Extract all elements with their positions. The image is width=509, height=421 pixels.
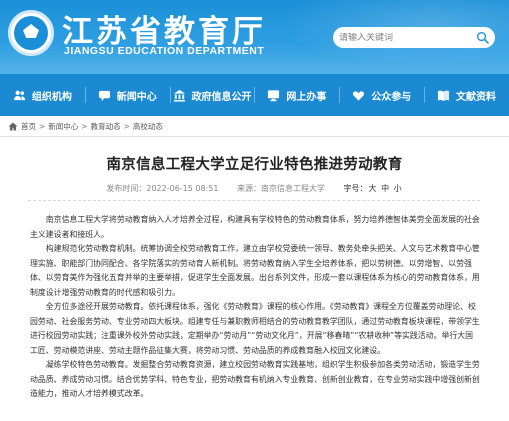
main-nav: 组织机构 新闻中心 政府信息公开 网上办事 公众参与 文献资料 — [0, 74, 509, 116]
header-banner: 江苏省教育厅 JIANGSU EDUCATION DEPARTMENT — [0, 0, 509, 74]
book-icon — [437, 90, 450, 101]
nav-item-label: 新闻中心 — [116, 91, 157, 103]
font-size-medium-button[interactable]: 中 — [381, 184, 389, 193]
font-size-control: 字号：大 中 小 — [344, 184, 403, 193]
breadcrumb-news[interactable]: 新闻中心 — [48, 121, 78, 132]
heart-icon — [353, 90, 365, 101]
font-size-label: 字号： — [343, 184, 368, 193]
breadcrumb-divider — [0, 136, 509, 137]
article-paragraph: 南京信息工程大学将劳动教育纳入人才培养全过程，构建具有学校特色的劳动教育体系，努… — [30, 215, 480, 239]
nav-item-label: 公众参与 — [371, 91, 412, 103]
article-source: 来源：南京信息工程大学 — [237, 184, 325, 193]
font-size-large-button[interactable]: 大 — [369, 184, 377, 193]
logo-emblem-icon — [14, 16, 48, 50]
breadcrumb-university-news[interactable]: 高校动态 — [133, 121, 163, 132]
publish-time: 发布时间：2022-06-15 08:51 — [106, 184, 219, 193]
article-paragraph: 凝练学校特色劳动教育。发掘整合劳动教育资源，建立校园劳动教育实践基地，组织学生积… — [30, 360, 480, 398]
meta-divider — [28, 200, 480, 201]
breadcrumb: 首页 > 新闻中心 > 教育动态 > 高校动态 — [8, 119, 163, 133]
article-title: 南京信息工程大学立足行业特色推进劳动教育 — [106, 157, 403, 173]
search-box — [333, 27, 495, 48]
chat-icon — [98, 90, 110, 101]
article-paragraph: 构建规范化劳动教育机制。统筹协调全校劳动教育工作，建立由学校党委统一领导、教务处… — [30, 244, 480, 297]
nav-item-organization[interactable]: 组织机构 — [0, 74, 85, 116]
nav-item-online-service[interactable]: 网上办事 — [254, 74, 339, 116]
group-icon — [13, 90, 25, 100]
font-size-small-button[interactable]: 小 — [394, 184, 402, 193]
breadcrumb-education-news[interactable]: 教育动态 — [91, 121, 121, 132]
building-icon — [173, 89, 185, 102]
breadcrumb-separator: > — [39, 121, 46, 131]
monitor-icon — [268, 89, 280, 101]
nav-item-gov-info[interactable]: 政府信息公开 — [169, 74, 255, 116]
search-icon[interactable] — [476, 31, 489, 44]
article-meta: 发布时间：2022-06-15 08:51 来源：南京信息工程大学 字号：大 中… — [0, 183, 509, 194]
article-paragraph: 全方位多途径开展劳动教育。依托课程体系，强化《劳动教育》课程的核心作用。《劳动教… — [30, 302, 480, 355]
search-input[interactable] — [339, 32, 457, 43]
home-icon — [8, 122, 18, 130]
nav-item-news[interactable]: 新闻中心 — [84, 74, 170, 116]
nav-item-label: 政府信息公开 — [191, 91, 252, 103]
nav-item-label: 组织机构 — [31, 91, 72, 103]
site-subtitle: JIANGSU EDUCATION DEPARTMENT — [64, 45, 265, 57]
breadcrumb-separator: > — [123, 121, 130, 131]
breadcrumb-separator: > — [81, 121, 88, 131]
article-body: 南京信息工程大学将劳动教育纳入人才培养全过程，构建具有学校特色的劳动教育体系，努… — [30, 213, 480, 402]
nav-item-label: 文献资料 — [456, 91, 497, 103]
nav-item-label: 网上办事 — [286, 91, 327, 103]
nav-item-public-participation[interactable]: 公众参与 — [339, 74, 424, 116]
nav-item-documents[interactable]: 文献资料 — [424, 74, 509, 116]
logo[interactable] — [8, 10, 54, 56]
breadcrumb-home[interactable]: 首页 — [21, 121, 36, 132]
